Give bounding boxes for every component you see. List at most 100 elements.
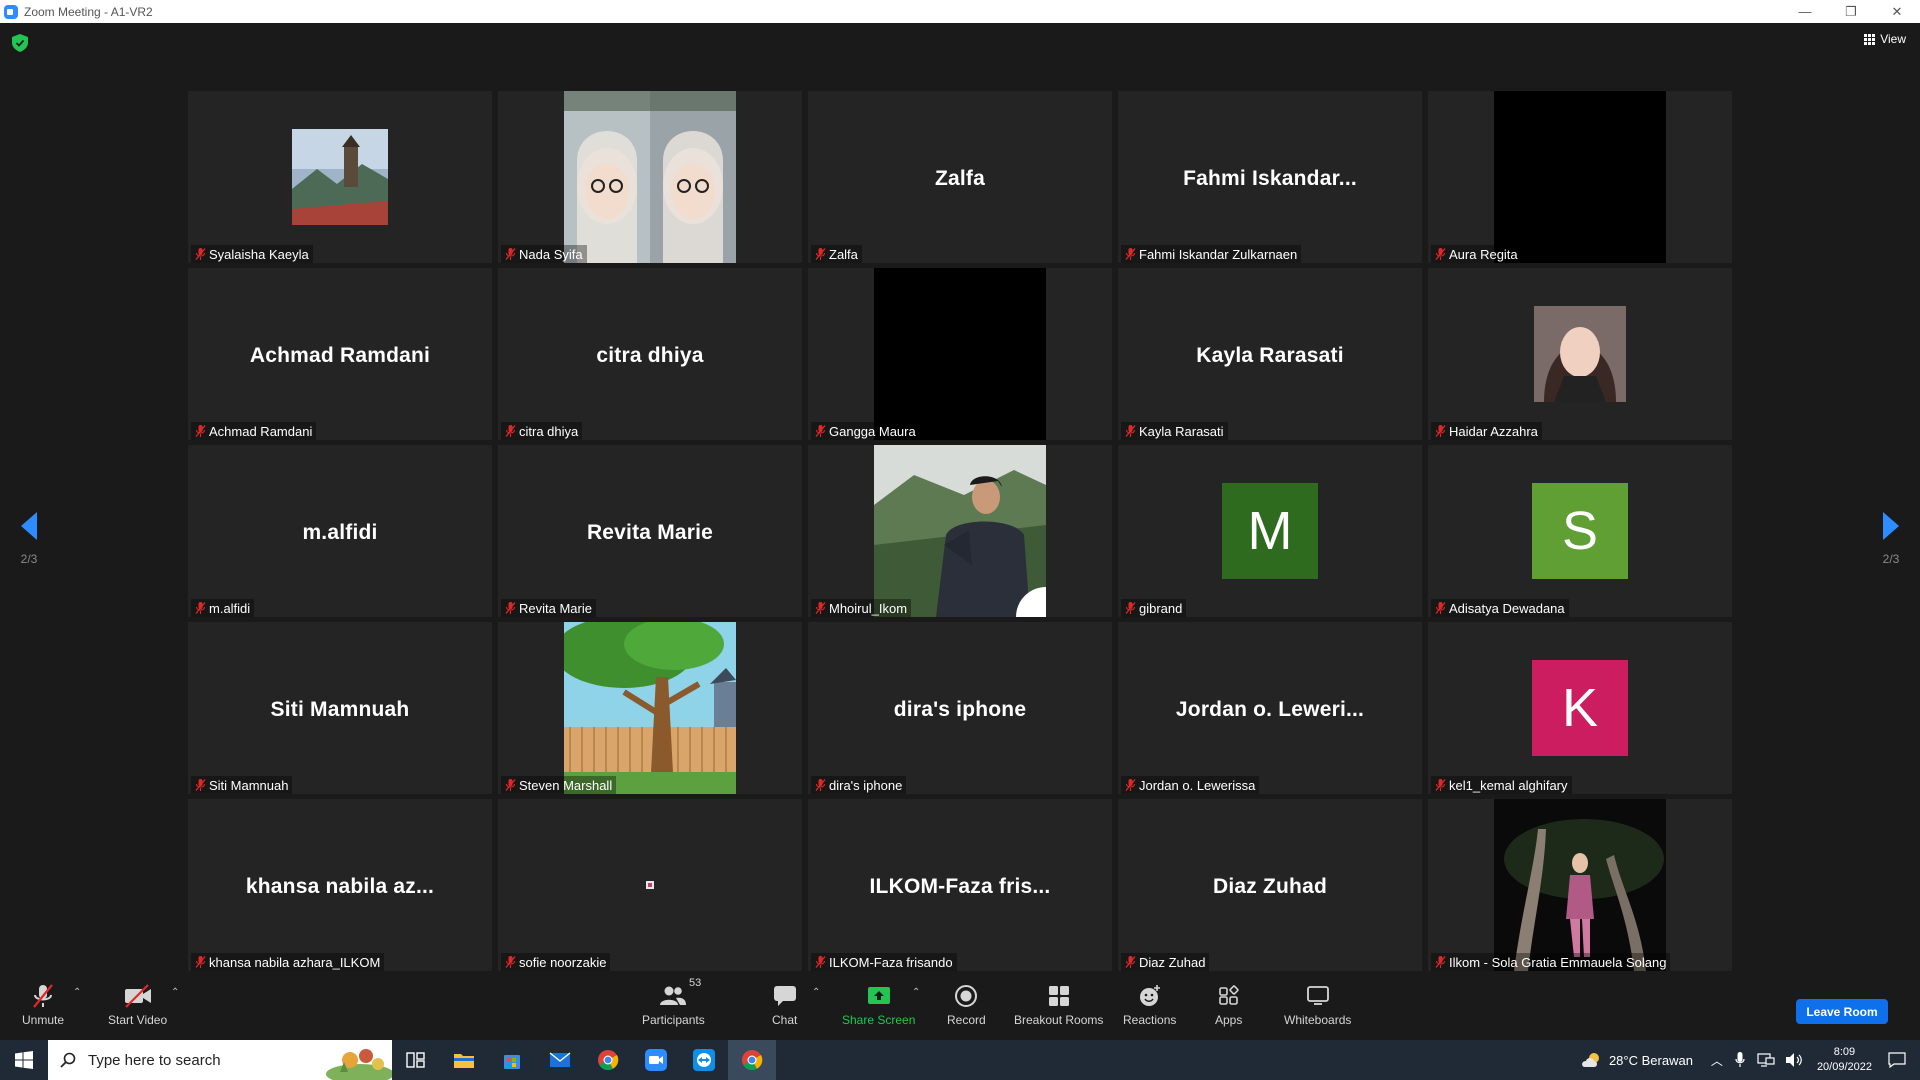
participant-display-name: m.alfidi bbox=[302, 521, 378, 544]
participant-tile[interactable]: Jordan o. Leweri... Jordan o. Lewerissa bbox=[1118, 622, 1422, 794]
window-controls: — ❐ ✕ bbox=[1782, 0, 1920, 23]
participant-tile[interactable]: Kkel1_kemal alghifary bbox=[1428, 622, 1732, 794]
clock-date: 20/09/2022 bbox=[1816, 1061, 1872, 1073]
next-page-button[interactable]: 2/3 bbox=[1871, 512, 1911, 566]
view-button[interactable]: View bbox=[1864, 32, 1906, 46]
participant-name: m.alfidi bbox=[209, 600, 251, 616]
participant-tile[interactable]: Siti Mamnuah Siti Mamnuah bbox=[188, 622, 492, 794]
apps-button[interactable]: Apps bbox=[1215, 981, 1242, 1027]
network-icon[interactable] bbox=[1757, 1052, 1775, 1068]
profile-picture bbox=[292, 129, 388, 225]
meeting-toolbar: Unmute ⌃ Start Video ⌃ Participants 53 C… bbox=[0, 975, 1920, 1040]
chat-options-caret[interactable]: ⌃ bbox=[812, 987, 820, 998]
security-shield-icon[interactable] bbox=[12, 34, 28, 52]
microphone-tray-icon[interactable] bbox=[1735, 1052, 1745, 1068]
participant-tile[interactable]: dira's iphone dira's iphone bbox=[808, 622, 1112, 794]
window-title: Zoom Meeting - A1-VR2 bbox=[24, 4, 153, 19]
restore-button[interactable]: ❐ bbox=[1828, 0, 1874, 23]
share-options-caret[interactable]: ⌃ bbox=[912, 987, 920, 998]
participant-tile[interactable]: Haidar Azzahra bbox=[1428, 268, 1732, 440]
participant-tile[interactable]: ILKOM-Faza fris... ILKOM-Faza frisando bbox=[808, 799, 1112, 971]
participant-tile[interactable]: Nada Syifa bbox=[498, 91, 802, 263]
windows-start-button[interactable] bbox=[0, 1040, 48, 1080]
video-options-caret[interactable]: ⌃ bbox=[171, 987, 179, 998]
chrome-taskbar-button[interactable] bbox=[584, 1040, 632, 1080]
participant-name-label: Steven Marshall bbox=[501, 776, 617, 794]
participant-name-label: khansa nabila azhara_ILKOM bbox=[191, 953, 385, 971]
chat-button[interactable]: Chat bbox=[772, 981, 797, 1027]
mail-taskbar-button[interactable] bbox=[536, 1040, 584, 1080]
participant-avatar-letter: S bbox=[1532, 483, 1628, 579]
unmute-button[interactable]: Unmute bbox=[22, 981, 64, 1027]
participant-tile[interactable]: Kayla Rarasati Kayla Rarasati bbox=[1118, 268, 1422, 440]
breakout-rooms-button[interactable]: Breakout Rooms bbox=[1014, 981, 1103, 1027]
system-tray: 28°C Berawan ︿ 8:09 20/09/2022 bbox=[1581, 1040, 1920, 1080]
muted-mic-icon bbox=[1435, 248, 1446, 260]
participant-display-name: Diaz Zuhad bbox=[1212, 875, 1327, 898]
share-screen-button[interactable]: Share Screen bbox=[842, 981, 915, 1027]
volume-icon[interactable] bbox=[1785, 1052, 1803, 1068]
teamviewer-taskbar-button[interactable] bbox=[680, 1040, 728, 1080]
participant-tile[interactable]: S Adisatya Dewadana bbox=[1428, 445, 1732, 617]
notification-center-icon[interactable] bbox=[1888, 1052, 1906, 1068]
participant-tile[interactable]: Steven Marshall bbox=[498, 622, 802, 794]
whiteboards-button[interactable]: Whiteboards bbox=[1284, 981, 1351, 1027]
participant-tile[interactable]: Fahmi Iskandar... Fahmi Iskandar Zulkarna… bbox=[1118, 91, 1422, 263]
participant-name: sofie noorzakie bbox=[519, 954, 607, 970]
taskbar-clock[interactable]: 8:09 20/09/2022 bbox=[1817, 1045, 1872, 1075]
reactions-button[interactable]: Reactions bbox=[1123, 981, 1176, 1027]
show-hidden-icons-chevron-icon[interactable]: ︿ bbox=[1711, 1052, 1723, 1069]
muted-mic-icon bbox=[195, 779, 206, 791]
window-titlebar: Zoom Meeting - A1-VR2 — ❐ ✕ bbox=[0, 0, 1920, 23]
chat-label: Chat bbox=[772, 1013, 798, 1027]
muted-mic-icon bbox=[1435, 602, 1446, 614]
participant-tile[interactable]: Ilkom - Sola Gratia Emmauela Solang bbox=[1428, 799, 1732, 971]
muted-mic-icon bbox=[195, 425, 206, 437]
video-feed bbox=[564, 622, 736, 794]
file-explorer-taskbar-button[interactable] bbox=[440, 1040, 488, 1080]
participant-tile[interactable]: Syalaisha Kaeyla bbox=[188, 91, 492, 263]
zoom-app-icon bbox=[645, 1049, 667, 1071]
participant-tile[interactable]: Zalfa Zalfa bbox=[808, 91, 1112, 263]
store-taskbar-button[interactable] bbox=[488, 1040, 536, 1080]
video-feed-black bbox=[874, 268, 1046, 440]
participant-tile[interactable]: Diaz Zuhad Diaz Zuhad bbox=[1118, 799, 1422, 971]
leave-room-button[interactable]: Leave Room bbox=[1796, 999, 1888, 1024]
participant-display-name: Fahmi Iskandar... bbox=[1183, 167, 1357, 190]
participant-name-label: Nada Syifa bbox=[501, 245, 587, 263]
task-view-button[interactable] bbox=[392, 1040, 440, 1080]
search-highlight-illustration bbox=[326, 1049, 392, 1080]
participant-tile[interactable]: Revita Marie Revita Marie bbox=[498, 445, 802, 617]
previous-page-button[interactable]: 2/3 bbox=[9, 512, 49, 566]
participant-name: Nada Syifa bbox=[519, 246, 583, 262]
record-button[interactable]: Record bbox=[947, 981, 986, 1027]
taskbar-search-box[interactable]: Type here to search bbox=[48, 1040, 392, 1080]
participant-name: citra dhiya bbox=[519, 423, 579, 439]
chrome-active-taskbar-button[interactable] bbox=[728, 1040, 776, 1080]
close-button[interactable]: ✕ bbox=[1874, 0, 1920, 23]
participant-name-label: Revita Marie bbox=[501, 599, 596, 617]
whiteboards-label: Whiteboards bbox=[1284, 1013, 1352, 1027]
participant-tile[interactable]: Gangga Maura bbox=[808, 268, 1112, 440]
participant-tile[interactable]: Achmad Ramdani Achmad Ramdani bbox=[188, 268, 492, 440]
participant-name-label: kel1_kemal alghifary bbox=[1431, 776, 1572, 794]
muted-mic-icon bbox=[195, 248, 206, 260]
participant-name: Syalaisha Kaeyla bbox=[209, 246, 309, 262]
participant-tile[interactable]: Mgibrand bbox=[1118, 445, 1422, 617]
participant-name-label: ILKOM-Faza frisando bbox=[811, 953, 957, 971]
minimize-button[interactable]: — bbox=[1782, 0, 1828, 23]
muted-mic-icon bbox=[1435, 779, 1446, 791]
participant-tile[interactable]: citra dhiya citra dhiya bbox=[498, 268, 802, 440]
participant-display-name: Achmad Ramdani bbox=[249, 344, 431, 367]
participant-tile[interactable]: Mhoirul_Ikom bbox=[808, 445, 1112, 617]
zoom-logo-icon bbox=[4, 4, 18, 19]
participant-tile[interactable]: Aura Regita bbox=[1428, 91, 1732, 263]
start-video-button[interactable]: Start Video bbox=[108, 981, 167, 1027]
participant-tile[interactable]: khansa nabila az... khansa nabila azhara_… bbox=[188, 799, 492, 971]
weather-text[interactable]: 28°C Berawan bbox=[1609, 1053, 1693, 1068]
participant-tile[interactable]: sofie noorzakie bbox=[498, 799, 802, 971]
zoom-taskbar-button[interactable] bbox=[632, 1040, 680, 1080]
participant-tile[interactable]: m.alfidi m.alfidi bbox=[188, 445, 492, 617]
audio-options-caret[interactable]: ⌃ bbox=[73, 987, 81, 998]
participant-name-label: Fahmi Iskandar Zulkarnaen bbox=[1121, 245, 1302, 263]
